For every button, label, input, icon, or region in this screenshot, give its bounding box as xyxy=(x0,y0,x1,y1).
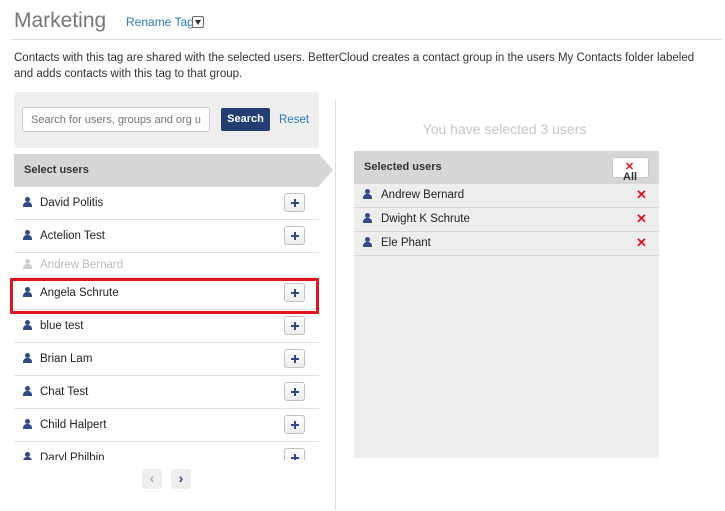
arrow-right-icon xyxy=(319,154,333,186)
user-icon xyxy=(23,259,32,270)
user-icon xyxy=(23,230,32,241)
selected-user-row: Andrew Bernard ✕ xyxy=(354,184,659,208)
chevron-left-icon[interactable]: ‹ xyxy=(142,469,162,489)
list-item[interactable]: Actelion Test xyxy=(14,220,319,253)
user-icon xyxy=(23,353,32,364)
user-name: David Politis xyxy=(40,197,104,209)
selected-users-header: Selected users ✕ All xyxy=(354,151,659,184)
user-name: Actelion Test xyxy=(40,230,105,242)
add-user-button[interactable] xyxy=(284,448,305,460)
add-user-button[interactable] xyxy=(284,415,305,434)
search-bar: Search Reset xyxy=(14,92,319,148)
chevron-down-icon[interactable] xyxy=(192,16,204,28)
list-item[interactable]: Brian Lam xyxy=(14,343,319,376)
search-input[interactable] xyxy=(22,107,210,132)
list-item[interactable]: Chat Test xyxy=(14,376,319,409)
selected-user-name: Andrew Bernard xyxy=(381,189,465,201)
selected-user-name: Dwight K Schrute xyxy=(381,213,470,225)
user-name: Daryl Philbin xyxy=(40,452,105,460)
list-item[interactable]: David Politis xyxy=(14,187,319,220)
page-title: Marketing xyxy=(14,9,107,32)
select-users-header: Select users xyxy=(14,154,319,187)
selected-user-name: Ele Phant xyxy=(381,237,431,249)
list-item[interactable]: Daryl Philbin xyxy=(14,442,319,460)
list-item[interactable]: blue test xyxy=(14,310,319,343)
search-button[interactable]: Search xyxy=(221,108,270,131)
user-icon xyxy=(23,419,32,430)
user-icon xyxy=(363,213,372,224)
remove-user-icon[interactable]: ✕ xyxy=(636,187,647,203)
user-name: Chat Test xyxy=(40,386,89,398)
list-item-disabled: Andrew Bernard xyxy=(14,253,319,278)
add-user-button[interactable] xyxy=(284,349,305,368)
selected-user-row: Dwight K Schrute ✕ xyxy=(354,208,659,232)
add-user-button[interactable] xyxy=(284,226,305,245)
list-item[interactable]: Child Halpert xyxy=(14,409,319,442)
user-icon xyxy=(23,452,32,460)
reset-link[interactable]: Reset xyxy=(279,114,309,126)
highlight-box xyxy=(10,278,319,314)
user-name: blue test xyxy=(40,320,84,332)
selected-users-title: Selected users xyxy=(364,161,442,173)
remove-user-icon[interactable]: ✕ xyxy=(636,211,647,227)
user-icon xyxy=(363,237,372,248)
sharing-description: Contacts with this tag are shared with t… xyxy=(14,52,695,80)
remove-user-icon[interactable]: ✕ xyxy=(636,235,647,251)
user-icon xyxy=(363,189,372,200)
add-user-button[interactable] xyxy=(284,316,305,335)
selected-count-title: You have selected 3 users xyxy=(422,121,587,137)
selected-user-row: Ele Phant ✕ xyxy=(354,232,659,256)
user-icon xyxy=(23,386,32,397)
page-header: Marketing Rename Tag xyxy=(12,6,722,40)
user-list[interactable]: David Politis Actelion Test Andrew Berna… xyxy=(14,187,319,460)
user-name: Child Halpert xyxy=(40,419,107,431)
user-icon xyxy=(23,197,32,208)
user-icon xyxy=(23,320,32,331)
user-name: Andrew Bernard xyxy=(40,259,124,271)
rename-tag-link[interactable]: Rename Tag xyxy=(126,15,194,29)
selected-users-panel: Selected users ✕ All Andrew Bernard ✕ Dwi… xyxy=(354,151,659,458)
remove-all-button[interactable]: ✕ All xyxy=(612,157,649,183)
select-users-title: Select users xyxy=(24,164,89,176)
user-name: Brian Lam xyxy=(40,353,93,365)
add-user-button[interactable] xyxy=(284,193,305,212)
add-user-button[interactable] xyxy=(284,382,305,401)
panel-divider xyxy=(335,100,336,510)
chevron-right-icon[interactable]: › xyxy=(171,469,191,489)
